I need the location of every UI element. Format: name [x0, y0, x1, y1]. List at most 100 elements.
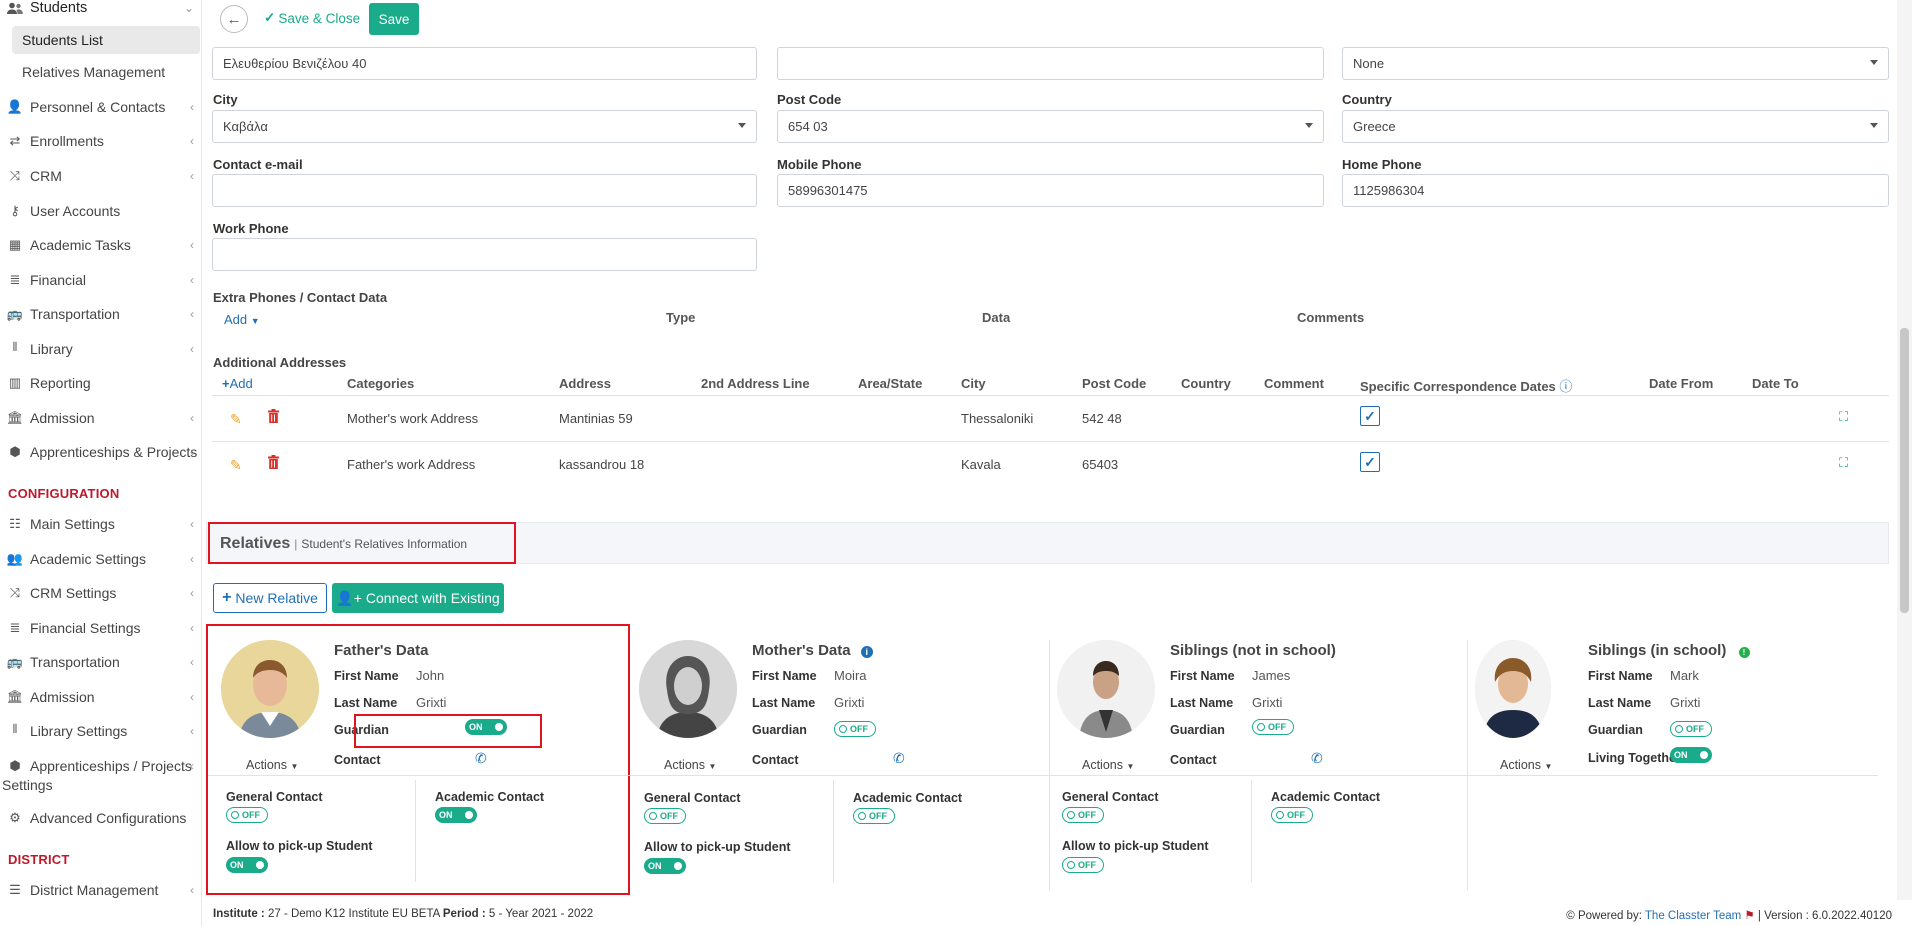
bus-icon: 🚌 — [6, 306, 24, 321]
work-phone-input[interactable] — [212, 238, 757, 271]
check-icon: ✓ — [264, 10, 276, 25]
relative-card-mother[interactable]: Mother's Data i First Name Moira Last Na… — [624, 630, 1042, 892]
nav-library-settings[interactable]: 𝍪 Library Settings ‹ — [0, 718, 202, 744]
nav-academic-settings[interactable]: 👥 Academic Settings ‹ — [0, 546, 202, 572]
nav-students[interactable]: Students ⌄ — [0, 0, 202, 21]
nav-admission-settings[interactable]: 🏛 Admission ‹ — [0, 684, 202, 710]
grid-icon: ▦ — [8, 237, 22, 252]
save-button[interactable]: Save — [369, 3, 419, 35]
subnav-students-list[interactable]: Students List — [12, 26, 200, 54]
nav-advanced-configurations[interactable]: ⚙ Advanced Configurations — [0, 805, 202, 831]
nav-user-accounts[interactable]: ⚷ User Accounts — [0, 198, 202, 224]
nav-financial[interactable]: ≣ Financial ‹ — [0, 267, 202, 293]
copyright-icon: © — [1566, 910, 1575, 922]
nav-apprenticeships[interactable]: ⬢ Apprenticeships & Projects ‹ — [0, 439, 202, 465]
edit-icon[interactable]: ✎ — [230, 457, 242, 474]
nav-apprenticeships-settings[interactable]: ⬢ Apprenticeships / Projects ‹ — [0, 753, 202, 779]
database-icon: ≣ — [9, 620, 21, 635]
books-icon: 𝍪 — [12, 721, 18, 736]
back-button[interactable]: ← — [220, 5, 248, 33]
caret-down-icon: ▼ — [250, 316, 260, 326]
cube-icon: ⬢ — [9, 444, 21, 459]
guardian-toggle[interactable]: OFF — [1252, 719, 1294, 735]
mobile-input[interactable]: 58996301475 — [777, 174, 1324, 207]
chevron-left-icon: ‹ — [190, 307, 194, 321]
nav-crm-settings[interactable]: ⤨ CRM Settings ‹ — [0, 580, 202, 606]
pickup-toggle[interactable]: OFF — [1062, 857, 1104, 873]
map-marker-icon[interactable]: ⛶ — [1839, 455, 1848, 471]
academic-contact-toggle[interactable]: OFF — [853, 808, 895, 824]
phone-icon[interactable]: ✆ — [1311, 750, 1323, 767]
nav-enrollments[interactable]: ⇄ Enrollments ‹ — [0, 128, 202, 154]
email-input[interactable] — [212, 174, 757, 207]
col-country: Country — [1181, 376, 1231, 391]
nav-transportation-settings[interactable]: 🚌 Transportation ‹ — [0, 649, 202, 675]
avatar — [639, 640, 737, 738]
country-select[interactable]: Greece — [1342, 110, 1889, 143]
address-input[interactable]: Ελευθερίου Βενιζέλου 40 — [212, 47, 757, 80]
actions-dropdown[interactable]: Actions ▼ — [664, 758, 716, 772]
actions-dropdown[interactable]: Actions ▼ — [1500, 758, 1552, 772]
guardian-toggle[interactable]: OFF — [1670, 721, 1712, 737]
relative-card-sibling-not-in-school[interactable]: Siblings (not in school) First Name Jame… — [1042, 630, 1460, 892]
actions-dropdown[interactable]: Actions ▼ — [1082, 758, 1134, 772]
sliders-icon: ☷ — [9, 516, 21, 531]
caret-down-icon — [1870, 60, 1878, 65]
avatar — [1057, 640, 1155, 738]
phone-icon[interactable]: ✆ — [893, 750, 905, 767]
chevron-left-icon: ‹ — [190, 517, 194, 531]
area-select[interactable]: None — [1342, 47, 1889, 80]
general-contact-toggle[interactable]: OFF — [644, 808, 686, 824]
post-code-select[interactable]: 654 03 — [777, 110, 1324, 143]
new-relative-button[interactable]: + New Relative — [213, 583, 327, 613]
connect-existing-button[interactable]: 👤+ Connect with Existing — [332, 583, 504, 613]
section-configuration: CONFIGURATION — [8, 486, 120, 501]
col-address-line2: 2nd Address Line — [701, 376, 810, 391]
trash-icon[interactable] — [268, 455, 279, 474]
nav-district-management[interactable]: ☰ District Management ‹ — [0, 877, 202, 903]
nav-main-settings[interactable]: ☷ Main Settings ‹ — [0, 511, 202, 537]
pickup-toggle[interactable]: ON — [644, 858, 686, 874]
nav-financial-settings[interactable]: ≣ Financial Settings ‹ — [0, 615, 202, 641]
city-select[interactable]: Καβάλα — [212, 110, 757, 143]
col-city: City — [961, 376, 986, 391]
scrollbar-thumb[interactable] — [1900, 328, 1909, 613]
edit-icon[interactable]: ✎ — [230, 411, 242, 428]
chevron-left-icon: ‹ — [190, 621, 194, 635]
chevron-left-icon: ‹ — [190, 100, 194, 114]
footer-powered: © Powered by: The Classter Team ⚑ | Vers… — [1566, 910, 1892, 922]
extra-phones-title: Extra Phones / Contact Data — [213, 290, 388, 305]
highlight-box-guardian — [354, 714, 542, 748]
nav-reporting[interactable]: ▥ Reporting — [0, 370, 202, 396]
nav-personnel-contacts[interactable]: 👤 Personnel & Contacts ‹ — [0, 94, 202, 120]
city-label: City — [213, 92, 238, 107]
chevron-left-icon: ‹ — [190, 238, 194, 252]
gift-icon: ⚑ — [1744, 910, 1755, 922]
subnav-relatives-management[interactable]: Relatives Management — [12, 58, 200, 86]
avatar — [1475, 640, 1551, 738]
nav-academic-tasks[interactable]: ▦ Academic Tasks ‹ — [0, 232, 202, 258]
info-icon: i — [860, 646, 873, 658]
correspondence-checkbox[interactable]: ✓ — [1360, 406, 1380, 426]
addresses-add-button[interactable]: +Add — [222, 376, 253, 391]
save-close-button[interactable]: ✓ Save & Close — [264, 10, 360, 26]
trash-icon[interactable] — [268, 409, 279, 428]
col-categories: Categories — [347, 376, 415, 391]
classter-team-link[interactable]: The Classter Team — [1645, 910, 1741, 922]
guardian-toggle[interactable]: OFF — [834, 721, 876, 737]
nav-transportation[interactable]: 🚌 Transportation ‹ — [0, 301, 202, 327]
map-marker-icon[interactable]: ⛶ — [1839, 409, 1848, 425]
nav-apprenticeships-settings-line2[interactable]: Settings — [2, 777, 53, 793]
address-line2-input[interactable] — [777, 47, 1324, 80]
extra-phones-add-button[interactable]: Add ▼ — [224, 312, 260, 327]
correspondence-checkbox[interactable]: ✓ — [1360, 452, 1380, 472]
general-contact-toggle[interactable]: OFF — [1062, 807, 1104, 823]
nav-library[interactable]: 𝍪 Library ‹ — [0, 336, 202, 362]
home-phone-input[interactable]: 1125986304 — [1342, 174, 1889, 207]
nav-crm[interactable]: ⤨ CRM ‹ — [0, 163, 202, 189]
academic-contact-toggle[interactable]: OFF — [1271, 807, 1313, 823]
nav-admission[interactable]: 🏛 Admission ‹ — [0, 405, 202, 431]
living-together-toggle[interactable]: ON — [1670, 747, 1712, 763]
footer: Institute : 27 - Demo K12 Institute EU B… — [203, 904, 1912, 926]
relative-card-sibling-in-school[interactable]: Siblings (in school) ! First Name Mark L… — [1460, 630, 1878, 892]
